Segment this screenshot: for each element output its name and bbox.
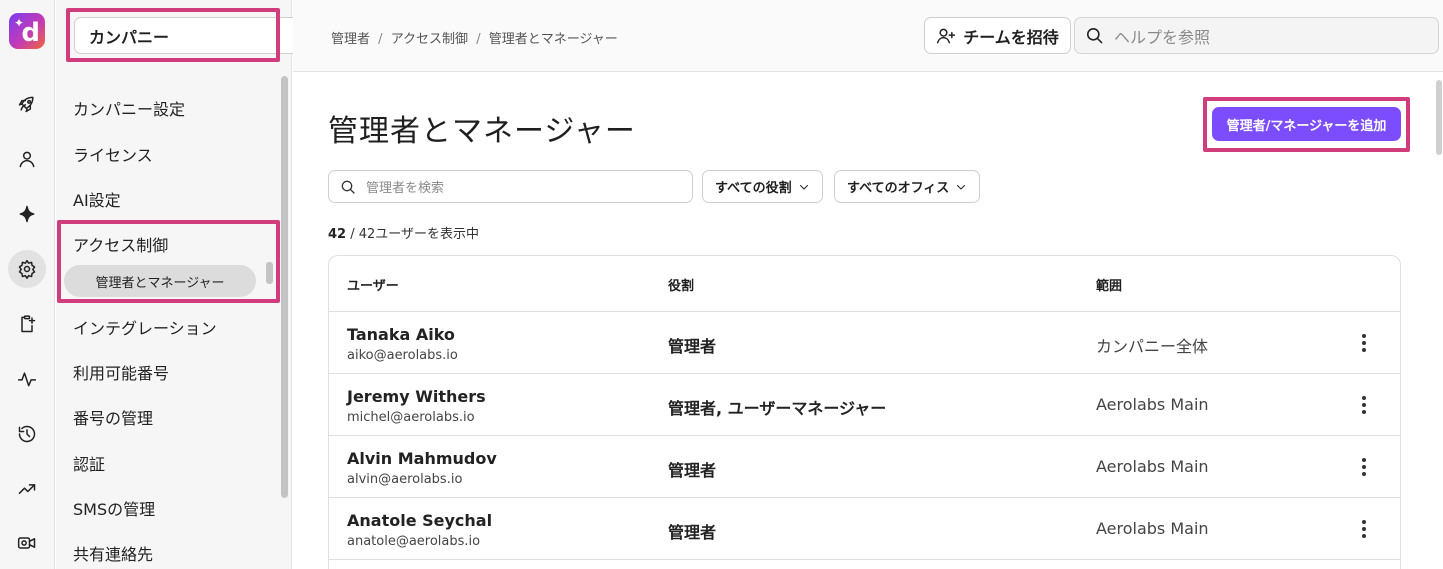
role-filter-label: すべての役割 <box>715 181 792 196</box>
table-row[interactable]: Alvin Mahmudov alvin@aerolabs.io 管理者 Aer… <box>329 436 1400 498</box>
icon-rail: ✦ d <box>0 0 55 569</box>
page-title: 管理者とマネージャー <box>328 114 636 149</box>
user-count: 42 / 42ユーザーを表示中 <box>328 223 479 242</box>
user-name: Tanaka Aiko <box>347 325 455 344</box>
invite-team-button[interactable]: チームを招待 <box>924 17 1071 54</box>
column-header-role: 役割 <box>668 279 695 294</box>
user-scope: Aerolabs Main <box>1096 395 1209 414</box>
user-email: aiko@aerolabs.io <box>347 348 458 363</box>
user-count-suffix: / 42ユーザーを表示中 <box>346 227 480 242</box>
highlight-access-control <box>57 220 280 303</box>
user-name: Jeremy Withers <box>347 387 486 406</box>
trending-icon[interactable] <box>8 470 46 508</box>
table-row[interactable]: Tanaka Aiko aiko@aerolabs.io 管理者 カンパニー全体 <box>329 312 1400 374</box>
video-icon[interactable] <box>8 524 46 562</box>
admin-search-placeholder: 管理者を検索 <box>366 181 445 196</box>
logo-letter: d <box>21 18 40 48</box>
activity-icon[interactable] <box>8 360 46 398</box>
column-header-user: ユーザー <box>347 279 399 294</box>
sidebar-item-integrations[interactable]: インテグレーション <box>73 315 217 339</box>
table-row[interactable]: Anatole Seychal anatole@aerolabs.io 管理者 … <box>329 498 1400 560</box>
office-filter-label: すべてのオフィス <box>847 181 950 196</box>
history-icon[interactable] <box>8 415 46 453</box>
table-row[interactable]: Jeremy Withers michel@aerolabs.io 管理者, ユ… <box>329 374 1400 436</box>
user-email: michel@aerolabs.io <box>347 410 475 425</box>
chevron-down-icon <box>957 184 966 189</box>
user-email: alvin@aerolabs.io <box>347 472 463 487</box>
breadcrumb-current: 管理者とマネージャー <box>488 32 618 47</box>
more-options-icon[interactable] <box>1354 393 1374 417</box>
help-search-placeholder: ヘルプを参照 <box>1114 27 1211 47</box>
more-options-icon[interactable] <box>1354 517 1374 541</box>
sidebar-scrollbar[interactable] <box>281 76 288 498</box>
add-person-icon <box>937 28 956 43</box>
office-filter-dropdown[interactable]: すべてのオフィス <box>834 170 981 203</box>
sidebar-item-ai-settings[interactable]: AI設定 <box>73 187 121 211</box>
sparkle-icon[interactable] <box>8 195 46 233</box>
clipboard-add-icon[interactable] <box>8 305 46 343</box>
sidebar-item-number-management[interactable]: 番号の管理 <box>73 405 153 429</box>
role-filter-dropdown[interactable]: すべての役割 <box>702 170 823 203</box>
invite-team-label: チームを招待 <box>963 27 1059 47</box>
sidebar-item-available-numbers[interactable]: 利用可能番号 <box>73 360 169 384</box>
more-options-icon[interactable] <box>1354 455 1374 479</box>
chevron-down-icon <box>799 184 808 189</box>
sidebar-item-authentication[interactable]: 認証 <box>73 451 105 475</box>
user-scope: カンパニー全体 <box>1096 337 1209 356</box>
person-icon[interactable] <box>8 140 46 178</box>
app-logo[interactable]: ✦ d <box>9 13 45 49</box>
user-scope: Aerolabs Main <box>1096 519 1209 538</box>
user-role: 管理者 <box>668 337 717 356</box>
main-scrollbar[interactable] <box>1436 80 1442 155</box>
breadcrumb-access-control[interactable]: アクセス制御 <box>391 32 468 47</box>
user-role: 管理者 <box>668 461 717 480</box>
rocket-icon[interactable] <box>8 85 46 123</box>
help-search-input[interactable]: ヘルプを参照 <box>1074 17 1439 54</box>
sidebar-item-shared-contacts[interactable]: 共有連絡先 <box>73 541 153 565</box>
breadcrumb-separator: / <box>378 32 383 47</box>
sidebar-item-licenses[interactable]: ライセンス <box>73 142 153 166</box>
admin-search-input[interactable]: 管理者を検索 <box>328 170 693 203</box>
search-icon <box>341 180 355 194</box>
breadcrumb-separator: / <box>476 32 481 47</box>
user-name: Anatole Seychal <box>347 511 493 530</box>
admins-table: ユーザー 役割 範囲 Tanaka Aiko aiko@aerolabs.io … <box>328 255 1401 569</box>
sidebar-item-company-settings[interactable]: カンパニー設定 <box>73 96 185 120</box>
column-header-scope: 範囲 <box>1096 279 1123 294</box>
user-role: 管理者 <box>668 523 717 542</box>
breadcrumb: 管理者 / アクセス制御 / 管理者とマネージャー <box>331 28 618 47</box>
more-options-icon[interactable] <box>1354 331 1374 355</box>
search-icon <box>1086 27 1103 44</box>
user-count-shown: 42 <box>328 227 347 242</box>
user-name: Alvin Mahmudov <box>347 449 497 468</box>
user-role: 管理者, ユーザーマネージャー <box>668 399 887 418</box>
gear-icon[interactable] <box>8 250 46 288</box>
sidebar-item-sms-management[interactable]: SMSの管理 <box>73 496 155 520</box>
table-header: ユーザー 役割 範囲 <box>329 256 1400 312</box>
user-scope: Aerolabs Main <box>1096 457 1209 476</box>
top-bar: 管理者 / アクセス制御 / 管理者とマネージャー チームを招待 ヘルプを参照 <box>293 0 1443 72</box>
user-email: anatole@aerolabs.io <box>347 534 481 549</box>
breadcrumb-admin[interactable]: 管理者 <box>331 32 370 47</box>
highlight-add-button <box>1203 97 1410 152</box>
highlight-company-select <box>66 8 280 62</box>
